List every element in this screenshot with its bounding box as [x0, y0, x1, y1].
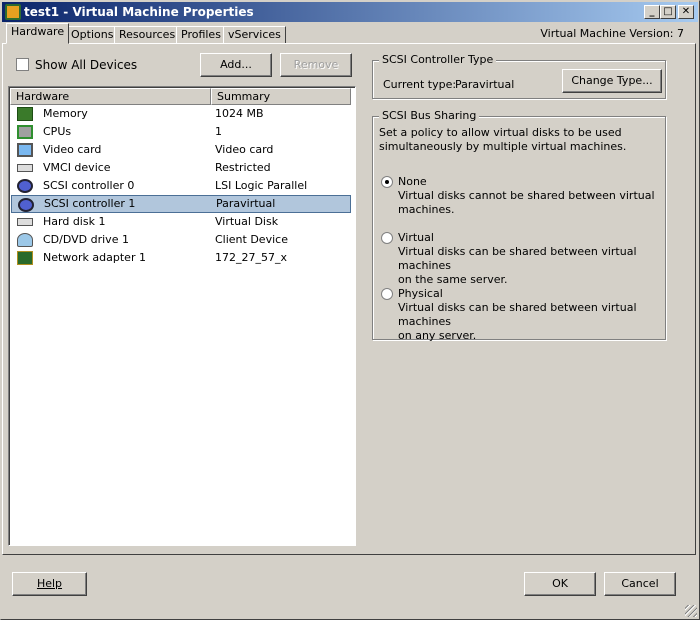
change-type-button[interactable]: Change Type... [562, 69, 662, 93]
cpu-icon [17, 125, 33, 139]
bus-sharing-group: SCSI Bus Sharing Set a policy to allow v… [372, 109, 666, 342]
title-bar[interactable]: test1 - Virtual Machine Properties _ □ ✕ [2, 2, 698, 22]
device-summary: Restricted [215, 161, 271, 174]
column-header-hardware[interactable]: Hardware [10, 88, 211, 105]
option-physical-text: Physical Virtual disks can be shared betw… [398, 287, 637, 342]
device-name: VMCI device [43, 161, 111, 174]
current-type-label: Current type: [383, 78, 457, 91]
device-summary: Paravirtual [216, 197, 276, 210]
tab-hardware[interactable]: Hardware [6, 23, 70, 44]
show-all-devices-label: Show All Devices [35, 58, 138, 72]
device-name: SCSI controller 1 [44, 197, 136, 210]
list-item[interactable]: Hard disk 1 Virtual Disk [11, 213, 351, 231]
option-none-text: None Virtual disks cannot be shared betwe… [398, 175, 655, 216]
add-button[interactable]: Add... [200, 53, 272, 77]
scsi-icon [18, 198, 34, 212]
tab-vservices[interactable]: vServices [223, 26, 286, 44]
list-item[interactable]: CD/DVD drive 1 Client Device [11, 231, 351, 249]
maximize-button[interactable]: □ [660, 5, 676, 19]
bus-sharing-legend: SCSI Bus Sharing [379, 109, 480, 122]
tab-options[interactable]: Options [66, 26, 119, 44]
list-item[interactable]: Network adapter 1 172_27_57_x [11, 249, 351, 267]
controller-type-group: SCSI Controller Type Current type: Parav… [372, 53, 666, 99]
close-button[interactable]: ✕ [678, 5, 694, 19]
monitor-icon [17, 143, 33, 157]
device-name: Video card [43, 143, 102, 156]
tab-profiles[interactable]: Profiles [176, 26, 226, 44]
show-all-devices-checkbox[interactable] [16, 58, 29, 71]
device-summary: Client Device [215, 233, 288, 246]
device-summary: 1024 MB [215, 107, 264, 120]
device-summary: 1 [215, 125, 222, 138]
option-virtual-text: Virtual Virtual disks can be shared betwe… [398, 231, 637, 286]
tab-resources[interactable]: Resources [114, 26, 181, 44]
remove-button[interactable]: Remove [280, 53, 352, 77]
ok-button[interactable]: OK [524, 572, 596, 596]
scsi-icon [17, 179, 33, 193]
device-name: CPUs [43, 125, 72, 138]
memory-icon [17, 107, 33, 121]
device-summary: Video card [215, 143, 274, 156]
device-icon [17, 164, 33, 172]
list-item[interactable]: SCSI controller 1 Paravirtual [11, 195, 351, 213]
device-summary: 172_27_57_x [215, 251, 287, 264]
list-item[interactable]: CPUs 1 [11, 123, 351, 141]
radio-none[interactable] [381, 176, 393, 188]
vm-version: Virtual Machine Version: 7 [540, 27, 684, 40]
help-button[interactable]: Help [12, 572, 87, 596]
radio-virtual[interactable] [381, 232, 393, 244]
disk-icon [17, 218, 33, 226]
list-item[interactable]: VMCI device Restricted [11, 159, 351, 177]
nic-icon [17, 251, 33, 265]
list-item[interactable]: SCSI controller 0 LSI Logic Parallel [11, 177, 351, 195]
resize-grip[interactable] [685, 605, 697, 617]
list-item[interactable]: Video card Video card [11, 141, 351, 159]
device-summary: Virtual Disk [215, 215, 279, 228]
device-name: Hard disk 1 [43, 215, 106, 228]
device-summary: LSI Logic Parallel [215, 179, 308, 192]
list-item[interactable]: Memory 1024 MB [11, 105, 351, 123]
hardware-list[interactable]: Hardware Summary Memory 1024 MB CPUs 1 Video… [8, 86, 356, 546]
device-name: Network adapter 1 [43, 251, 146, 264]
minimize-button[interactable]: _ [644, 5, 660, 19]
radio-physical[interactable] [381, 288, 393, 300]
bus-sharing-description: Set a policy to allow virtual disks to b… [379, 126, 627, 153]
controller-type-legend: SCSI Controller Type [379, 53, 497, 66]
window-title: test1 - Virtual Machine Properties [24, 5, 254, 19]
column-header-summary[interactable]: Summary [211, 88, 351, 105]
device-name: Memory [43, 107, 88, 120]
device-name: CD/DVD drive 1 [43, 233, 129, 246]
cdrom-icon [17, 233, 33, 247]
current-type-value: Paravirtual [455, 78, 515, 91]
app-icon [5, 4, 21, 20]
device-name: SCSI controller 0 [43, 179, 135, 192]
cancel-button[interactable]: Cancel [604, 572, 676, 596]
